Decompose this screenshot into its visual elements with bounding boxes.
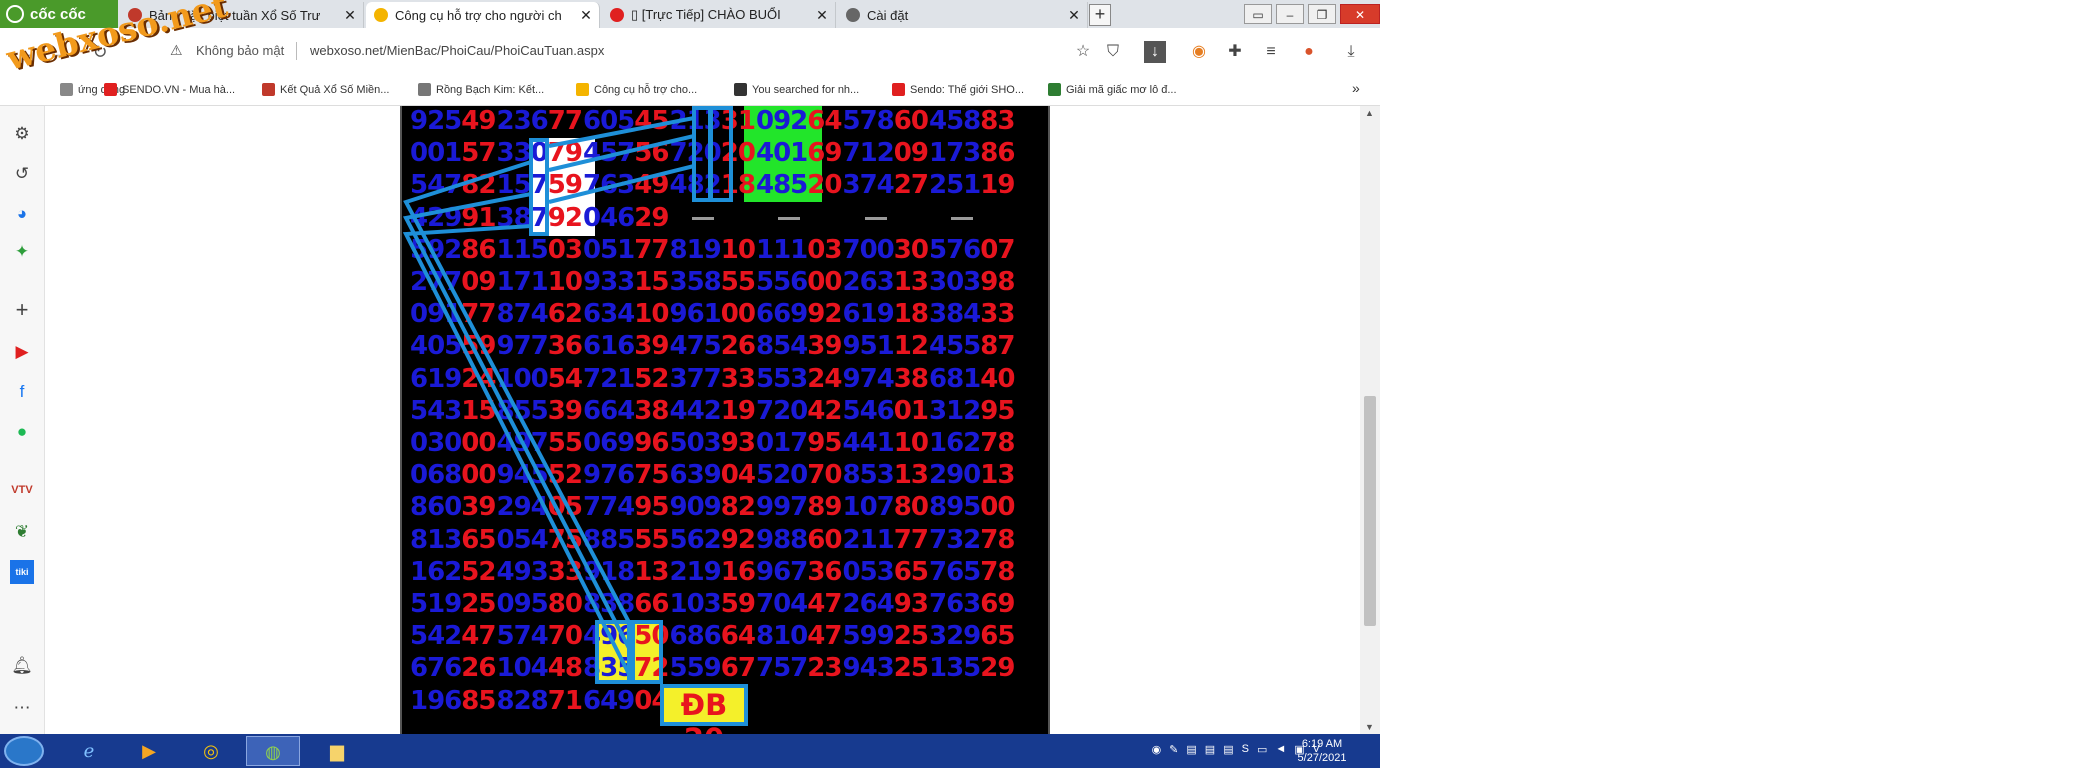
keyboard-icon[interactable]: ▤ xyxy=(1223,743,1233,756)
link-line xyxy=(548,164,695,204)
clock-date: 5/27/2021 xyxy=(1297,752,1347,764)
close-window-button[interactable]: ✕ xyxy=(1340,4,1380,24)
lottery-board: 92549 23677 60545 21331 09264 57860 45883 00157… xyxy=(400,106,1050,756)
window-controls: ▭ – ❐ ✕ xyxy=(1240,0,1380,28)
bookmark-item[interactable]: Rồng Bạch Kim: Kết... xyxy=(418,83,544,96)
youtube-icon[interactable]: ▶ xyxy=(10,340,34,364)
star-icon[interactable]: ☆ xyxy=(1072,41,1094,63)
keyboard-icon[interactable]: ▤ xyxy=(1205,743,1215,756)
security-status[interactable]: Không bảo mật xyxy=(196,43,284,58)
playlist-icon[interactable]: ≡ xyxy=(1260,41,1282,63)
puzzle-icon[interactable]: ✚ xyxy=(1224,41,1246,63)
taskbar: ℯ ▶ ◎ ◍ ▆ ◉ ✎ ▤ ▤ ▤ S ▭ ◄ ▣ V 6:19 AM 5/… xyxy=(0,734,1380,768)
bookmark-label: Rồng Bạch Kim: Kết... xyxy=(436,83,545,96)
bookmark-label: Công cụ hỗ trợ cho... xyxy=(594,83,698,96)
keyboard-icon[interactable]: ▤ xyxy=(1186,743,1196,756)
sidebar: ⚙ ↺ ◕ ✦ + ▶ f ● VTV ❦ tiki 🔔︎ ⋯ xyxy=(0,106,45,734)
bookmark-item[interactable]: Công cụ hỗ trợ cho... xyxy=(576,83,697,96)
bookmark-label: You searched for nh... xyxy=(752,83,860,96)
tab[interactable]: ▯ [Trực Tiếp] CHÀO BUỔI ✕ xyxy=(602,2,836,28)
tab-favicon-icon xyxy=(610,8,624,22)
history-icon[interactable]: ↺ xyxy=(10,162,34,186)
clock[interactable]: 6:19 AM 5/27/2021 xyxy=(1282,737,1362,765)
url-input[interactable]: webxoso.net/MienBac/PhoiCau/PhoiCauTuan.… xyxy=(310,43,604,58)
tab[interactable]: Công cụ hỗ trợ cho người ch ✕ xyxy=(366,2,600,28)
add-icon[interactable]: + xyxy=(10,298,34,322)
ie-icon[interactable]: ℯ xyxy=(62,736,116,766)
leaf-icon[interactable]: ❦ xyxy=(10,520,34,544)
facebook-icon[interactable]: f xyxy=(10,380,34,404)
vertical-scrollbar[interactable]: ▲ ▼ xyxy=(1360,106,1380,734)
scroll-up-icon[interactable]: ▲ xyxy=(1365,108,1374,118)
gear-icon[interactable]: ⚙ xyxy=(10,122,34,146)
scrollbar-thumb[interactable] xyxy=(1364,396,1376,626)
maximize-button[interactable]: ❐ xyxy=(1308,4,1336,24)
bookmarks-more-button[interactable]: » xyxy=(1352,80,1360,96)
coccoc-extension-icon[interactable]: ◉ xyxy=(1188,41,1210,63)
downloads-icon[interactable]: ⤓ xyxy=(1340,41,1362,63)
tab-close-icon[interactable]: ✕ xyxy=(577,7,595,24)
skype-icon[interactable]: S xyxy=(1242,743,1249,756)
divider xyxy=(296,42,297,60)
bookmark-favicon-icon xyxy=(104,83,117,96)
coccoc-logo-icon xyxy=(6,5,24,23)
game-icon[interactable]: ✦ xyxy=(10,240,34,264)
tab-favicon-icon xyxy=(374,8,388,22)
tab-favicon-icon xyxy=(846,8,860,22)
monitor-icon[interactable]: ▭ xyxy=(1257,743,1267,756)
bookmark-item[interactable]: Sendo: Thế giới SHO... xyxy=(892,83,1024,96)
bookmarks-bar: ứng dụng SENDO.VN - Mua hà... Kết Quả Xổ S… xyxy=(0,76,1380,106)
tab-title: ▯ [Trực Tiếp] CHÀO BUỔI xyxy=(631,7,781,22)
chrome-icon[interactable]: ◎ xyxy=(184,736,238,766)
bookmark-favicon-icon xyxy=(734,83,747,96)
tab-title: Công cụ hỗ trợ cho người ch xyxy=(395,7,562,23)
messenger-icon[interactable]: ◕ xyxy=(10,202,34,226)
bookmark-label: Sendo: Thế giới SHO... xyxy=(910,83,1025,96)
tab-close-icon[interactable]: ✕ xyxy=(813,7,831,24)
page-content: 92549 23677 60545 21331 09264 57860 45883 00157… xyxy=(45,106,1360,756)
network-icon[interactable]: ◉ xyxy=(1152,743,1162,756)
pattern-lines xyxy=(402,116,695,679)
bookmark-item[interactable]: Kết Quả Xổ Số Miền... xyxy=(262,83,389,96)
shield-icon[interactable]: ⛉ xyxy=(1102,41,1124,63)
bookmark-label: Giải mã giấc mơ lô đ... xyxy=(1066,83,1177,96)
start-button[interactable] xyxy=(4,736,44,766)
desktop-screen: cốc cốc Bảng đặc biệt tuần Xổ Số Trư ✕ Côn… xyxy=(0,0,1380,768)
spotify-icon[interactable]: ● xyxy=(10,420,34,444)
clock-time: 6:19 AM xyxy=(1301,738,1343,750)
bookmark-item[interactable]: You searched for nh... xyxy=(734,83,859,96)
bookmark-favicon-icon xyxy=(60,83,73,96)
download-manager-icon[interactable]: ↓ xyxy=(1144,41,1166,63)
profile-avatar-icon[interactable]: ● xyxy=(1298,41,1320,63)
screenshot-icon[interactable]: ▭ xyxy=(1244,4,1272,24)
folder-icon[interactable]: ▆ xyxy=(310,736,364,766)
tab-close-icon[interactable]: ✕ xyxy=(341,7,359,24)
link-line xyxy=(402,224,633,679)
media-player-icon[interactable]: ▶ xyxy=(122,736,176,766)
bookmark-favicon-icon xyxy=(418,83,431,96)
more-icon[interactable]: ⋯ xyxy=(10,696,34,720)
vtv-icon[interactable]: VTV xyxy=(10,478,34,502)
tab[interactable]: Cài đặt ✕ xyxy=(838,2,1088,28)
tab-title: Cài đặt xyxy=(867,7,909,23)
tray-app-icon[interactable]: ✎ xyxy=(1169,743,1178,756)
tab-close-icon[interactable]: ✕ xyxy=(1065,7,1083,24)
browser-brand: cốc cốc xyxy=(30,5,86,23)
scroll-down-icon[interactable]: ▼ xyxy=(1365,722,1374,732)
new-tab-button[interactable]: + xyxy=(1089,4,1111,26)
address-bar: ← → ↻ ⚠ Không bảo mật webxoso.net/MienBa… xyxy=(0,28,1380,76)
bookmark-favicon-icon xyxy=(576,83,589,96)
bookmark-item[interactable]: Giải mã giấc mơ lô đ... xyxy=(1048,83,1177,96)
bookmark-label: SENDO.VN - Mua hà... xyxy=(122,83,236,96)
minimize-button[interactable]: – xyxy=(1276,4,1304,24)
tiki-icon[interactable]: tiki xyxy=(10,560,34,584)
bookmark-favicon-icon xyxy=(892,83,905,96)
bookmark-favicon-icon xyxy=(1048,83,1061,96)
bell-icon[interactable]: 🔔︎ xyxy=(10,654,34,678)
warning-icon[interactable]: ⚠ xyxy=(170,42,183,59)
coccoc-taskbar-icon[interactable]: ◍ xyxy=(246,736,300,766)
bookmark-item[interactable]: SENDO.VN - Mua hà... xyxy=(104,83,235,96)
bookmark-favicon-icon xyxy=(262,83,275,96)
bookmark-label: Kết Quả Xổ Số Miền... xyxy=(280,83,390,96)
